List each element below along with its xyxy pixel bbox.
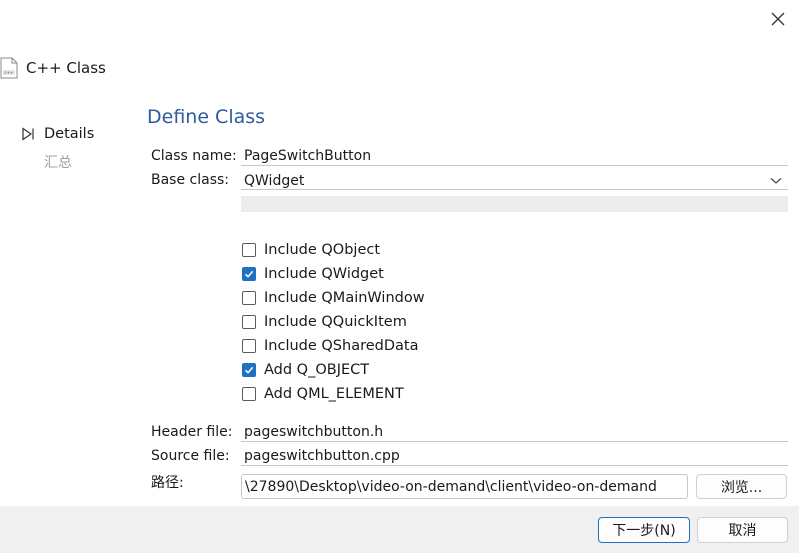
include-qobject-label: Include QObject: [264, 242, 381, 258]
chevron-down-icon: [770, 177, 782, 184]
checkbox-box-checked: [242, 363, 256, 377]
close-button[interactable]: [762, 4, 794, 34]
checkmark-icon: [244, 270, 254, 278]
checkbox-box: [242, 339, 256, 353]
source-file-input[interactable]: pageswitchbutton.cpp: [241, 447, 788, 466]
cpp-file-icon: c++: [0, 57, 18, 79]
include-qquickitem-checkbox[interactable]: Include QQuickItem: [242, 312, 407, 332]
checkbox-box: [242, 315, 256, 329]
add-qml-element-checkbox[interactable]: Add QML_ELEMENT: [242, 384, 404, 404]
include-qshareddata-checkbox[interactable]: Include QSharedData: [242, 336, 418, 356]
include-qwidget-checkbox[interactable]: Include QWidget: [242, 264, 384, 284]
include-qshareddata-label: Include QSharedData: [264, 338, 419, 354]
checkbox-box-checked: [242, 267, 256, 281]
wizard-title: C++ Class: [26, 59, 106, 77]
base-class-description-bar: [241, 196, 788, 212]
browse-button[interactable]: 浏览...: [696, 474, 787, 499]
base-class-value: QWidget: [244, 172, 305, 189]
header-file-input[interactable]: pageswitchbutton.h: [241, 423, 788, 442]
step-summary[interactable]: 汇总: [44, 152, 72, 172]
section-title: Define Class: [147, 106, 266, 128]
include-qobject-checkbox[interactable]: Include QObject: [242, 240, 380, 260]
path-label: 路径:: [151, 475, 184, 491]
source-file-label: Source file:: [151, 448, 230, 464]
checkmark-icon: [244, 366, 254, 374]
cancel-button[interactable]: 取消: [697, 517, 788, 543]
path-input[interactable]: \27890\Desktop\video-on-demand\client\vi…: [241, 474, 688, 499]
class-name-label: Class name:: [151, 148, 237, 164]
close-icon: [771, 12, 785, 26]
include-qwidget-label: Include QWidget: [264, 266, 384, 282]
add-qml-element-label: Add QML_ELEMENT: [264, 386, 404, 402]
step-details[interactable]: Details: [44, 126, 94, 142]
include-qmainwindow-label: Include QMainWindow: [264, 290, 425, 306]
svg-text:c++: c++: [5, 70, 14, 75]
add-q-object-label: Add Q_OBJECT: [264, 362, 370, 378]
class-name-input[interactable]: PageSwitchButton: [241, 147, 788, 166]
next-button[interactable]: 下一步(N): [598, 517, 690, 543]
include-qquickitem-label: Include QQuickItem: [264, 314, 407, 330]
checkbox-box: [242, 387, 256, 401]
base-class-select[interactable]: QWidget: [241, 172, 788, 190]
base-class-label: Base class:: [151, 172, 230, 188]
current-step-arrow-icon: [22, 127, 34, 141]
header-file-label: Header file:: [151, 424, 233, 440]
include-qmainwindow-checkbox[interactable]: Include QMainWindow: [242, 288, 425, 308]
add-q-object-checkbox[interactable]: Add Q_OBJECT: [242, 360, 369, 380]
checkbox-box: [242, 243, 256, 257]
checkbox-box: [242, 291, 256, 305]
